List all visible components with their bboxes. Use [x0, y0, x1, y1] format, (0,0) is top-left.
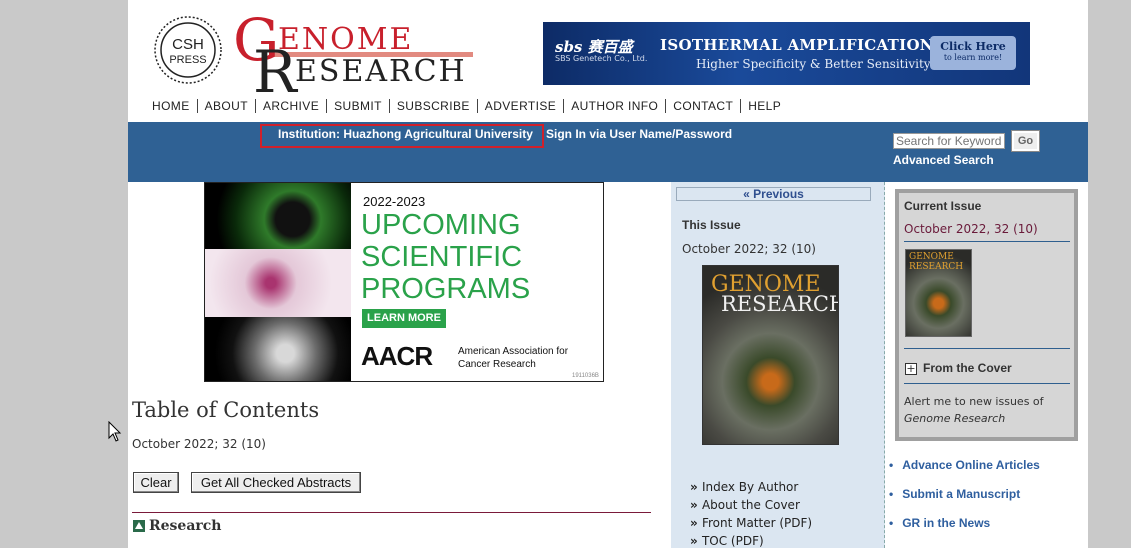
advance-online-articles-link[interactable]: Advance Online Articles	[889, 458, 1040, 472]
banner-click-here-button[interactable]: Click Here to learn more!	[930, 36, 1016, 70]
csh-press-logo[interactable]: CSH PRESS	[153, 15, 223, 85]
section-divider	[132, 512, 651, 513]
gr-in-the-news-link[interactable]: GR in the News	[889, 516, 1040, 530]
search-go-button[interactable]: Go	[1011, 130, 1040, 152]
keyword-search-input[interactable]	[893, 133, 1005, 149]
nav-subscribe[interactable]: SUBSCRIBE	[390, 99, 478, 113]
nav-contact[interactable]: CONTACT	[666, 99, 742, 113]
ad-code: 1911036B	[572, 373, 599, 379]
divider	[904, 241, 1070, 242]
front-matter-pdf-link[interactable]: Front Matter (PDF)	[690, 514, 812, 532]
alert-journal-name: Genome Research	[904, 412, 1006, 425]
nav-submit[interactable]: SUBMIT	[327, 99, 390, 113]
csh-text: CSH	[172, 36, 204, 53]
from-the-cover-link[interactable]: From the Cover	[923, 361, 1012, 375]
nav-home[interactable]: HOME	[144, 99, 198, 113]
issue-links: Index By Author About the Cover Front Ma…	[690, 478, 812, 548]
aacr-full-name: American Association for Cancer Research	[458, 346, 569, 370]
ad-headline-line-3: PROGRAMS	[361, 273, 531, 305]
issue-date: October 2022; 32 (10)	[132, 437, 266, 451]
nav-archive[interactable]: ARCHIVE	[256, 99, 328, 113]
previous-issue-link[interactable]: « Previous	[676, 187, 871, 201]
thumb-title: GENOME RESEARCH	[909, 252, 964, 272]
sbs-banner-ad[interactable]: sbs 赛百盛 SBS Genetech Co., Ltd. ISOTHERMA…	[543, 22, 1030, 85]
click-here-label: Click Here	[940, 40, 1006, 53]
clear-button[interactable]: Clear	[133, 472, 179, 493]
about-the-cover-link[interactable]: About the Cover	[690, 496, 812, 514]
logo-enome: ENOME	[278, 22, 414, 57]
ad-headline-line-2: SCIENTIFIC	[361, 241, 523, 273]
right-sidebar: Current Issue October 2022, 32 (10) GENO…	[885, 182, 1088, 548]
cover-title-research: RESEARCH	[721, 292, 839, 316]
collapse-triangle-icon[interactable]	[133, 520, 145, 532]
nav-help[interactable]: HELP	[741, 99, 788, 113]
divider	[904, 348, 1070, 349]
ad-headline: UPCOMING SCIENTIFIC PROGRAMS	[361, 209, 530, 305]
index-by-author-link[interactable]: Index By Author	[690, 478, 812, 496]
alert-me-link[interactable]: Alert me to new issues of Genome Researc…	[904, 393, 1074, 427]
logo-r: R	[253, 38, 297, 106]
sign-in-link[interactable]: Sign In via User Name/Password	[546, 127, 732, 141]
page-title: Table of Contents	[132, 398, 320, 422]
quick-links: Advance Online Articles Submit a Manuscr…	[889, 458, 1040, 545]
submit-manuscript-link[interactable]: Submit a Manuscript	[889, 487, 1040, 501]
advanced-search-link[interactable]: Advanced Search	[893, 153, 994, 167]
ad-learn-more-button[interactable]: LEARN MORE	[362, 309, 446, 328]
banner-brand-sub: SBS Genetech Co., Ltd.	[555, 54, 648, 63]
press-text: PRESS	[169, 54, 206, 66]
ad-microscopy-image-3	[205, 317, 351, 381]
this-issue-heading: This Issue	[682, 218, 741, 232]
nav-advertise[interactable]: ADVERTISE	[478, 99, 565, 113]
current-issue-cover-thumbnail[interactable]: GENOME RESEARCH	[905, 249, 972, 337]
ad-year: 2022-2023	[363, 194, 426, 209]
toc-pdf-link[interactable]: TOC (PDF)	[690, 532, 812, 548]
ad-headline-line-1: UPCOMING	[361, 209, 521, 241]
issue-cover-image[interactable]: GENOME RESEARCH	[702, 265, 839, 445]
current-issue-box: Current Issue October 2022, 32 (10) GENO…	[895, 189, 1078, 441]
ad-microscopy-image-2	[205, 249, 351, 317]
institution-bar: Institution: Huazhong Agricultural Unive…	[128, 122, 1088, 182]
page: CSH PRESS G ENOME R ESEARCH sbs 赛百盛 SBS …	[128, 0, 1088, 548]
get-checked-abstracts-button[interactable]: Get All Checked Abstracts	[191, 472, 361, 493]
alert-text: Alert me to new issues of	[904, 395, 1044, 408]
this-issue-date: October 2022; 32 (10)	[682, 242, 816, 256]
main-nav: HOME ABOUT ARCHIVE SUBMIT SUBSCRIBE ADVE…	[144, 99, 788, 113]
nav-author-info[interactable]: AUTHOR INFO	[564, 99, 667, 113]
banner-subheadline: Higher Specificity & Better Sensitivity	[696, 57, 931, 71]
genome-research-logo[interactable]: G ENOME R ESEARCH	[233, 6, 478, 106]
institution-name: Institution: Huazhong Agricultural Unive…	[278, 127, 533, 141]
this-issue-sidebar: « Previous This Issue October 2022; 32 (…	[671, 182, 885, 548]
section-heading-research: Research	[149, 518, 222, 534]
nav-about[interactable]: ABOUT	[198, 99, 256, 113]
divider	[904, 383, 1070, 384]
ad-microscopy-image-1	[205, 183, 351, 249]
banner-headline: ISOTHERMAL AMPLIFICATION	[660, 36, 934, 54]
current-issue-heading: Current Issue	[904, 199, 982, 213]
mouse-pointer-icon	[108, 421, 122, 442]
aacr-logo: AACR	[361, 341, 433, 371]
current-issue-date-link[interactable]: October 2022, 32 (10)	[904, 222, 1038, 236]
expand-plus-icon[interactable]: +	[905, 363, 917, 375]
aacr-ad[interactable]: 2022-2023 UPCOMING SCIENTIFIC PROGRAMS L…	[204, 182, 604, 382]
logo-esearch: ESEARCH	[295, 54, 467, 89]
learn-more-label: to learn more!	[943, 53, 1003, 62]
